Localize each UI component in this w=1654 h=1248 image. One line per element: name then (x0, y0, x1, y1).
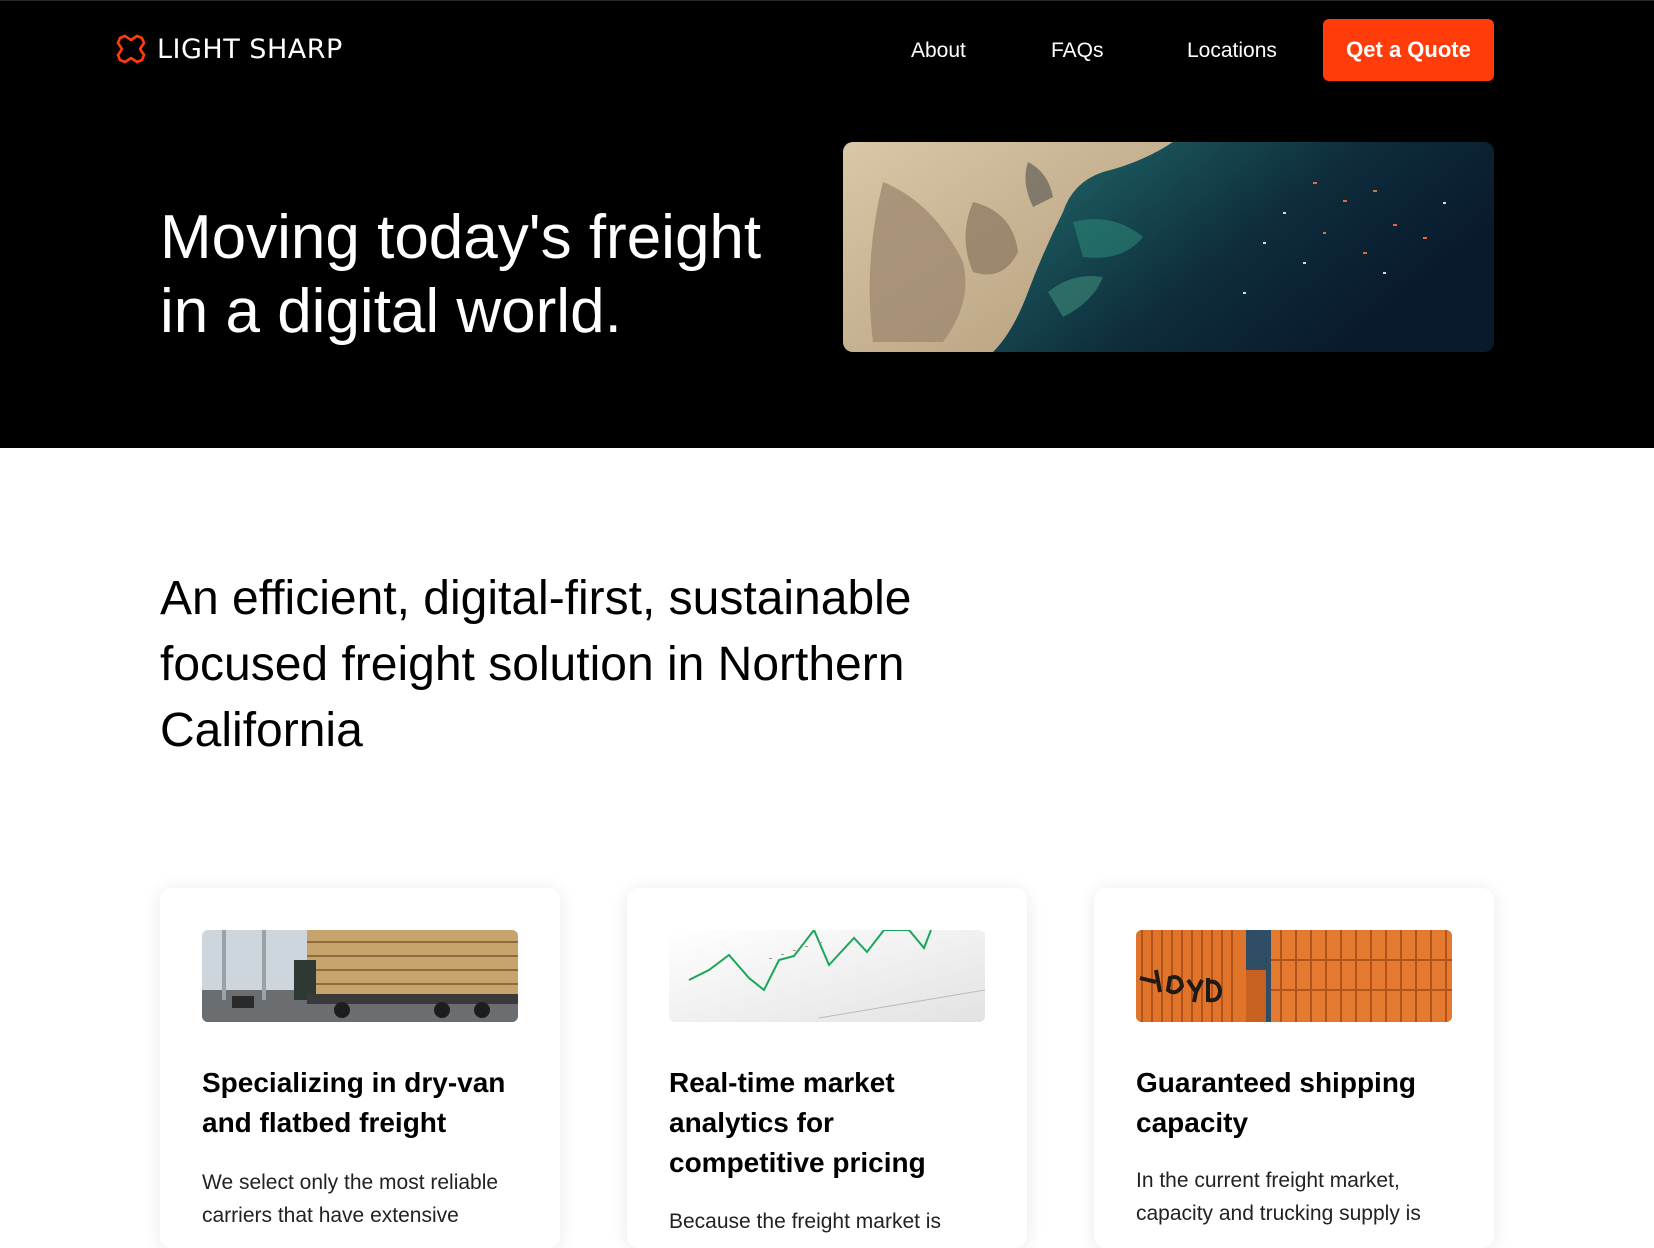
brand-name: LIGHT SHARP (157, 33, 343, 65)
card-text: We select only the most reliable carrier… (202, 1171, 499, 1227)
truck-photo (202, 930, 518, 1022)
hero-aerial-image (843, 142, 1494, 352)
card-text: Because the freight market is (669, 1210, 941, 1233)
hero-title: Moving today's freight in a digital worl… (160, 203, 762, 346)
star-logo-icon (116, 34, 146, 64)
nav-about-link[interactable]: About (911, 39, 966, 63)
feature-card-capacity: Guaranteed shipping capacity In the curr… (1094, 888, 1494, 1248)
card-title: Specializing in dry-van and flatbed frei… (202, 1067, 506, 1138)
nav-faqs-link[interactable]: FAQs (1051, 39, 1104, 63)
intro-heading: An efficient, digital-first, sustainable… (160, 572, 912, 757)
nav-locations-link[interactable]: Locations (1187, 39, 1277, 63)
card-title: Real-time market analytics for competiti… (669, 1067, 926, 1178)
hero-section: LIGHT SHARP About FAQs Locations Qet a Q… (0, 0, 1654, 448)
card-text: In the current freight market, capacity … (1136, 1169, 1421, 1225)
brand-logo[interactable]: LIGHT SHARP (113, 31, 343, 67)
containers-photo (1136, 930, 1452, 1022)
get-quote-button[interactable]: Qet a Quote (1323, 19, 1494, 81)
market-chart-photo (669, 930, 985, 1022)
feature-card-analytics: Real-time market analytics for competiti… (627, 888, 1027, 1248)
feature-card-dry-van: Specializing in dry-van and flatbed frei… (160, 888, 560, 1248)
card-title: Guaranteed shipping capacity (1136, 1067, 1417, 1138)
